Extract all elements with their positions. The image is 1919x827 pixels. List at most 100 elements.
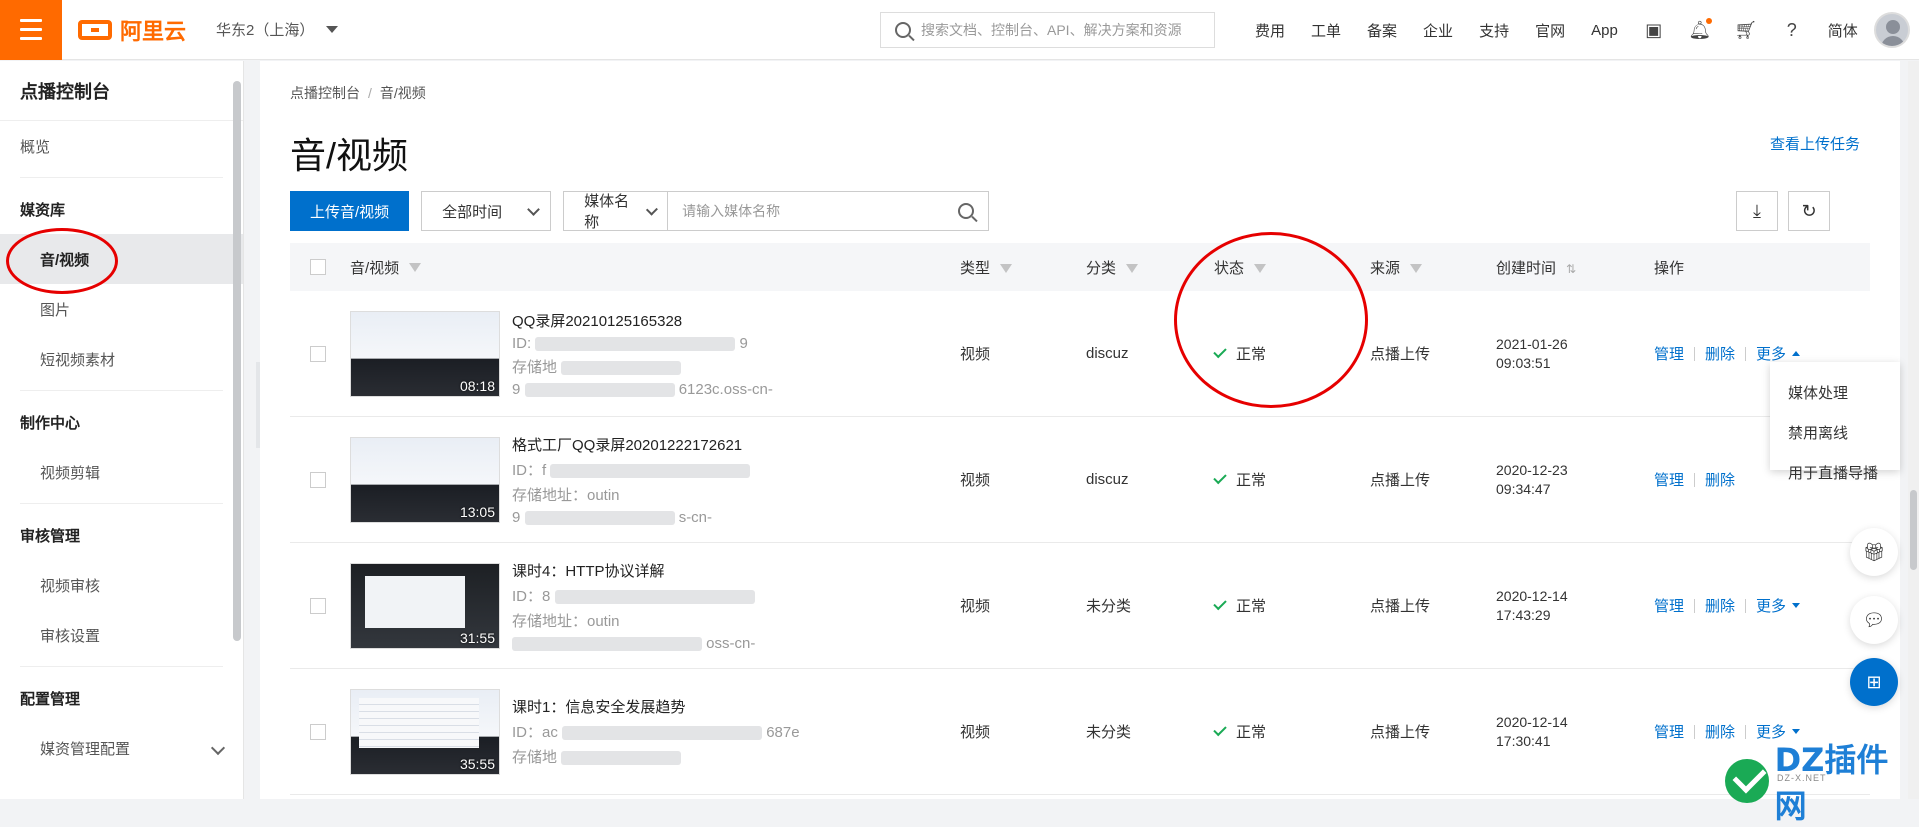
table-header: 音/视频 类型 分类 状态 来源 创建时间 ⇅ 操作 (290, 243, 1870, 291)
menu-item-disable-offline[interactable]: 禁用离线 (1770, 412, 1900, 452)
more-dropdown[interactable]: 更多 (1756, 595, 1801, 616)
terminal-icon[interactable]: ▣ (1644, 20, 1664, 40)
page-title: 音/视频 (290, 135, 409, 176)
download-icon[interactable]: ⤓ (1736, 191, 1778, 231)
nav-link-billing[interactable]: 费用 (1255, 20, 1285, 41)
chevron-down-icon (645, 203, 658, 215)
page-scrollbar-track[interactable] (1908, 61, 1919, 799)
media-cell: 35:55 课时1：信息安全发展趋势 ID：ac 687e 存储地 (350, 688, 960, 775)
created-time: 2020-12-14 17:30:41 (1496, 713, 1568, 749)
sidebar-item-video-editing[interactable]: 视频剪辑 (0, 447, 243, 497)
region-selector[interactable]: 华东2（上海） (216, 19, 339, 40)
video-thumbnail[interactable]: 08:18 (350, 310, 500, 397)
refresh-icon[interactable]: ↻ (1788, 191, 1830, 231)
media-title[interactable]: 课时1：信息安全发展趋势 (512, 696, 800, 717)
nav-link-support[interactable]: 支持 (1479, 20, 1509, 41)
sidebar-title: 点播控制台 (0, 61, 243, 121)
video-thumbnail[interactable]: 35:55 (350, 688, 500, 775)
filter-icon[interactable] (1410, 264, 1423, 274)
caret-down-icon (326, 26, 339, 33)
video-thumbnail[interactable]: 31:55 (350, 562, 500, 649)
filter-icon[interactable] (409, 262, 422, 272)
manage-link[interactable]: 管理 (1654, 595, 1684, 616)
media-title[interactable]: 格式工厂QQ录屏20201222172621 (512, 434, 750, 455)
nav-link-icp[interactable]: 备案 (1367, 20, 1397, 41)
more-dropdown[interactable]: 更多 (1756, 343, 1801, 364)
sidebar-item-overview[interactable]: 概览 (0, 121, 243, 171)
sidebar-item-short-video-assets[interactable]: 短视频素材 (0, 334, 243, 384)
delete-link[interactable]: 删除 (1705, 595, 1735, 616)
delete-link[interactable]: 删除 (1705, 343, 1735, 364)
video-thumbnail[interactable]: 13:05 (350, 436, 500, 523)
nav-link-ticket[interactable]: 工单 (1311, 20, 1341, 41)
sidebar-scrollbar[interactable] (233, 81, 241, 641)
row-checkbox[interactable] (310, 723, 326, 740)
nav-link-app[interactable]: App (1591, 22, 1618, 39)
upload-media-button[interactable]: 上传音/视频 (290, 191, 410, 231)
sidebar-item-images[interactable]: 图片 (0, 284, 243, 334)
nav-link-enterprise[interactable]: 企业 (1423, 20, 1453, 41)
breadcrumb-root[interactable]: 点播控制台 (290, 85, 360, 101)
time-filter-dropdown[interactable]: 全部时间 (421, 191, 552, 231)
sidebar-item-audio-video[interactable]: 音/视频 (0, 234, 243, 284)
check-icon (1213, 722, 1227, 737)
manage-link[interactable]: 管理 (1654, 721, 1684, 742)
row-checkbox[interactable] (310, 345, 326, 362)
sort-icon[interactable]: ⇅ (1566, 262, 1576, 276)
delete-link[interactable]: 删除 (1705, 469, 1735, 490)
media-title[interactable]: QQ录屏20210125165328 (512, 310, 773, 331)
media-category: 未分类 (1086, 724, 1132, 741)
media-category: 未分类 (1086, 598, 1132, 615)
help-icon[interactable]: ? (1782, 20, 1802, 40)
page-scrollbar-thumb[interactable] (1910, 490, 1917, 570)
sidebar-group-config[interactable]: 配置管理 (0, 673, 243, 723)
sidebar-item-media-config[interactable]: 媒资管理配置 (0, 723, 243, 773)
caret-up-icon (1792, 351, 1801, 356)
sidebar-item-review-settings[interactable]: 审核设置 (0, 610, 243, 660)
global-search-input[interactable]: 搜索文档、控制台、API、解决方案和资源 (880, 12, 1215, 48)
row-checkbox[interactable] (310, 597, 326, 614)
divider (20, 503, 223, 504)
manage-link[interactable]: 管理 (1654, 469, 1684, 490)
sidebar-group-review[interactable]: 审核管理 (0, 510, 243, 560)
filter-icon[interactable] (1126, 264, 1139, 274)
status-badge: 正常 (1213, 595, 1370, 616)
chat-icon[interactable]: 💬︎ (1850, 596, 1898, 644)
search-field-dropdown[interactable]: 媒体名称 (564, 192, 669, 231)
media-type: 视频 (960, 598, 991, 615)
media-id: ID：f (512, 459, 751, 480)
sidebar-group-production[interactable]: 制作中心 (0, 397, 243, 447)
row-checkbox[interactable] (310, 471, 326, 488)
search-icon (895, 22, 911, 38)
filter-icon[interactable] (1000, 264, 1013, 274)
manage-link[interactable]: 管理 (1654, 343, 1684, 364)
watermark-check-icon (1725, 759, 1769, 803)
created-time: 2020-12-23 09:34:47 (1496, 461, 1568, 497)
header-ops: 操作 (1654, 259, 1685, 277)
menu-item-media-processing[interactable]: 媒体处理 (1770, 372, 1900, 412)
menu-item-live-directing[interactable]: 用于直播导播 (1770, 452, 1900, 492)
media-source: 点播上传 (1370, 346, 1431, 363)
bell-icon[interactable]: 🔔︎ (1688, 18, 1712, 40)
media-type: 视频 (960, 472, 991, 489)
caret-down-icon (1792, 729, 1801, 734)
language-switch[interactable]: 简体 (1828, 20, 1858, 41)
chevron-down-icon (527, 202, 541, 216)
view-upload-tasks-link[interactable]: 查看上传任务 (1770, 133, 1860, 154)
cart-icon[interactable]: 🛒︎ (1734, 20, 1757, 40)
aliyun-logo[interactable]: 阿里云 (78, 14, 186, 46)
nav-link-website[interactable]: 官网 (1535, 20, 1565, 41)
menu-icon[interactable] (0, 0, 62, 60)
media-name-search-input[interactable]: 请输入媒体名称 (668, 192, 988, 230)
select-all-checkbox[interactable] (310, 259, 326, 275)
sidebar-item-video-review[interactable]: 视频审核 (0, 560, 243, 610)
apps-grid-icon[interactable]: ⊞ (1850, 658, 1898, 706)
filter-icon[interactable] (1254, 264, 1267, 274)
header-source: 来源 (1370, 257, 1496, 278)
search-icon[interactable] (958, 203, 975, 219)
avatar[interactable] (1874, 12, 1910, 48)
media-storage: 存储地址：outin (512, 486, 620, 504)
sidebar-group-media-library[interactable]: 媒资库 (0, 184, 243, 234)
gift-icon[interactable]: 🎁︎ (1850, 528, 1898, 576)
media-title[interactable]: 课时4：HTTP协议详解 (512, 560, 755, 581)
